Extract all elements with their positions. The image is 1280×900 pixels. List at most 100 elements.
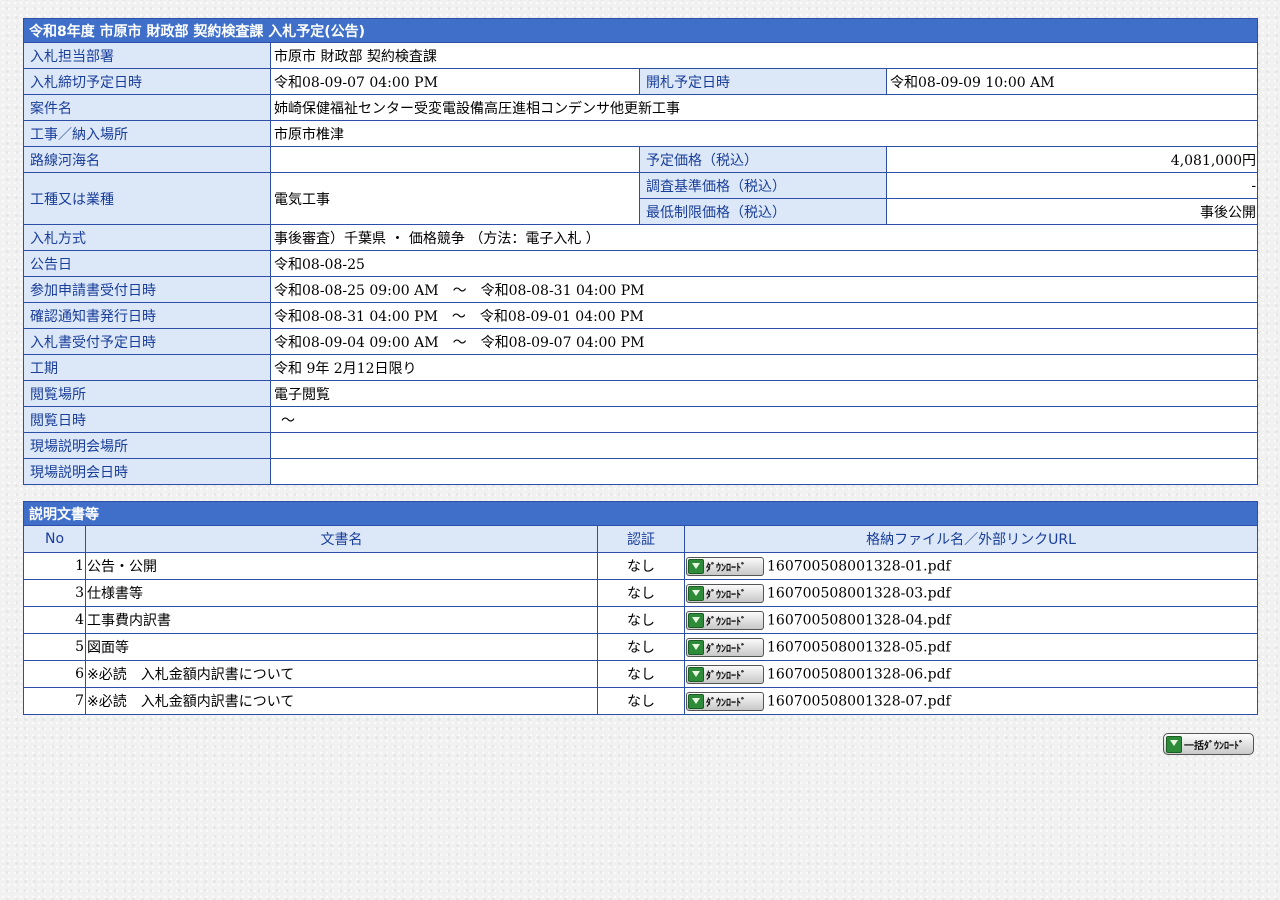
confirmation-label: 確認通知書発行日時 [23, 302, 271, 329]
bid-receipt-label: 入札書受付予定日時 [23, 328, 271, 355]
title-label: 案件名 [23, 94, 271, 121]
doc-auth: なし [597, 606, 685, 634]
announce-date-label: 公告日 [23, 250, 271, 277]
document-row: 7 ※必読 入札金額内訳書について なし ﾀﾞｳﾝﾛｰﾄﾞ 16070050800132… [23, 687, 1258, 715]
documents-body: 1 公告・公開 なし ﾀﾞｳﾝﾛｰﾄﾞ 160700508001328-01.pdf 3 仕… [23, 552, 1258, 715]
planned-price-label: 予定価格（税込） [639, 146, 887, 173]
doc-name: ※必読 入札金額内訳書について [85, 687, 598, 715]
row-deadline: 入札締切予定日時 令和08-09-07 04:00 PM 開札予定日時 令和08… [23, 68, 1259, 95]
row-method: 入札方式 事後審査）千葉県 ・ 価格競争 （方法：電子入札 ） [23, 224, 1259, 251]
row-application: 参加申請書受付日時 令和08-08-25 09:00 AM ～ 令和08-08-… [23, 276, 1259, 303]
row-period: 工期 令和 9年 2月12日限り [23, 354, 1259, 381]
doc-auth: なし [597, 552, 685, 580]
doc-auth: なし [597, 687, 685, 715]
method-value: 事後審査）千葉県 ・ 価格競争 （方法：電子入札 ） [269, 224, 1259, 251]
download-button[interactable]: ﾀﾞｳﾝﾛｰﾄﾞ [686, 664, 764, 684]
view-place-value: 電子閲覧 [269, 380, 1259, 407]
header-file: 格納ファイル名／外部リンクURL [684, 525, 1258, 553]
method-label: 入札方式 [23, 224, 271, 251]
briefing-place-value [269, 432, 1259, 459]
deadline-label: 入札締切予定日時 [23, 68, 271, 95]
bid-receipt-value: 令和08-09-04 09:00 AM ～ 令和08-09-07 04:00 P… [269, 328, 1259, 355]
doc-file-name: 160700508001328-03.pdf [767, 585, 951, 601]
documents-header-row: No 文書名 認証 格納ファイル名／外部リンクURL [23, 525, 1258, 553]
header-doc-name: 文書名 [85, 525, 598, 553]
download-icon [688, 612, 704, 628]
opening-value: 令和08-09-09 10:00 AM [885, 68, 1259, 95]
dept-value: 市原市 財政部 契約検査課 [269, 42, 1259, 69]
doc-file-name: 160700508001328-07.pdf [767, 693, 951, 709]
category-label: 工種又は業種 [23, 172, 271, 225]
application-label: 参加申請書受付日時 [23, 276, 271, 303]
download-button[interactable]: ﾀﾞｳﾝﾛｰﾄﾞ [686, 637, 764, 657]
row-route: 路線河海名 予定価格（税込） 4,081,000円 [23, 146, 1259, 173]
download-button[interactable]: ﾀﾞｳﾝﾛｰﾄﾞ [686, 691, 764, 711]
announce-date-value: 令和08-08-25 [269, 250, 1259, 277]
row-title: 案件名 姉崎保健福祉センター受変電設備高圧進相コンデンサ他更新工事 [23, 94, 1259, 121]
row-briefing-date: 現場説明会日時 [23, 458, 1259, 485]
download-button[interactable]: ﾀﾞｳﾝﾛｰﾄﾞ [686, 583, 764, 603]
confirmation-value: 令和08-08-31 04:00 PM ～ 令和08-09-01 04:00 P… [269, 302, 1259, 329]
download-icon [688, 585, 704, 601]
deadline-value: 令和08-09-07 04:00 PM [270, 68, 640, 95]
download-label: ﾀﾞｳﾝﾛｰﾄﾞ [706, 589, 746, 601]
planned-price-value: 4,081,000円 [885, 146, 1259, 173]
download-label: ﾀﾞｳﾝﾛｰﾄﾞ [706, 616, 746, 628]
doc-no: 1 [23, 552, 86, 580]
row-view-date: 閲覧日時 ～ [23, 406, 1259, 433]
download-button[interactable]: ﾀﾞｳﾝﾛｰﾄﾞ [686, 610, 764, 630]
download-icon [688, 666, 704, 682]
header-auth: 認証 [597, 525, 685, 553]
view-place-label: 閲覧場所 [23, 380, 271, 407]
doc-auth: なし [597, 579, 685, 607]
title-value: 姉崎保健福祉センター受変電設備高圧進相コンデンサ他更新工事 [269, 94, 1259, 121]
document-row: 4 工事費内訳書 なし ﾀﾞｳﾝﾛｰﾄﾞ 160700508001328-04.pdf [23, 606, 1258, 634]
briefing-date-value [269, 458, 1259, 485]
download-icon [688, 639, 704, 655]
doc-no: 7 [23, 687, 86, 715]
row-view-place: 閲覧場所 電子閲覧 [23, 380, 1259, 407]
doc-no: 3 [23, 579, 86, 607]
category-value: 電気工事 [270, 172, 640, 225]
doc-file-cell: ﾀﾞｳﾝﾛｰﾄﾞ 160700508001328-04.pdf [684, 606, 1258, 634]
doc-file-name: 160700508001328-05.pdf [767, 639, 951, 655]
doc-no: 6 [23, 660, 86, 688]
doc-file-cell: ﾀﾞｳﾝﾛｰﾄﾞ 160700508001328-06.pdf [684, 660, 1258, 688]
doc-name: 工事費内訳書 [85, 606, 598, 634]
download-label: ﾀﾞｳﾝﾛｰﾄﾞ [706, 697, 746, 709]
document-row: 5 図面等 なし ﾀﾞｳﾝﾛｰﾄﾞ 160700508001328-05.pdf [23, 633, 1258, 661]
route-value [270, 146, 640, 173]
doc-file-cell: ﾀﾞｳﾝﾛｰﾄﾞ 160700508001328-07.pdf [684, 687, 1258, 715]
dept-label: 入札担当部署 [23, 42, 271, 69]
doc-no: 4 [23, 606, 86, 634]
view-date-value: ～ [269, 406, 1259, 433]
route-label: 路線河海名 [23, 146, 271, 173]
opening-label: 開札予定日時 [639, 68, 887, 95]
document-row: 3 仕様書等 なし ﾀﾞｳﾝﾛｰﾄﾞ 160700508001328-03.pdf [23, 579, 1258, 607]
row-category-1: 工種又は業種 電気工事 調査基準価格（税込） - [23, 172, 1259, 225]
doc-file-name: 160700508001328-06.pdf [767, 666, 951, 682]
documents-caption: 説明文書等 [23, 501, 1258, 526]
bulk-download-button[interactable]: 一括ﾀﾞｳﾝﾛｰﾄﾞ [1163, 733, 1254, 755]
document-row: 6 ※必読 入札金額内訳書について なし ﾀﾞｳﾝﾛｰﾄﾞ 16070050800132… [23, 660, 1258, 688]
briefing-date-label: 現場説明会日時 [23, 458, 271, 485]
min-price-label: 最低制限価格（税込） [639, 198, 887, 225]
download-button[interactable]: ﾀﾞｳﾝﾛｰﾄﾞ [686, 556, 764, 576]
doc-name: ※必読 入札金額内訳書について [85, 660, 598, 688]
doc-file-cell: ﾀﾞｳﾝﾛｰﾄﾞ 160700508001328-03.pdf [684, 579, 1258, 607]
download-label: ﾀﾞｳﾝﾛｰﾄﾞ [706, 643, 746, 655]
min-price-value: 事後公開 [885, 198, 1259, 225]
page-wrapper: 令和8年度 市原市 財政部 契約検査課 入札予定(公告) 入札担当部署 市原市 … [22, 18, 1259, 715]
doc-no: 5 [23, 633, 86, 661]
download-icon [1166, 735, 1182, 753]
doc-name: 公告・公開 [85, 552, 598, 580]
row-location: 工事／納入場所 市原市椎津 [23, 120, 1259, 147]
period-label: 工期 [23, 354, 271, 381]
doc-auth: なし [597, 633, 685, 661]
row-confirmation: 確認通知書発行日時 令和08-08-31 04:00 PM ～ 令和08-09-… [23, 302, 1259, 329]
bid-info-caption: 令和8年度 市原市 財政部 契約検査課 入札予定(公告) [22, 18, 1259, 43]
documents-table: 説明文書等 No 文書名 認証 格納ファイル名／外部リンクURL 1 公告・公開な… [23, 501, 1258, 715]
bulk-download-label: 一括ﾀﾞｳﾝﾛｰﾄﾞ [1184, 740, 1244, 752]
doc-file-name: 160700508001328-04.pdf [767, 612, 951, 628]
download-icon [688, 558, 704, 574]
